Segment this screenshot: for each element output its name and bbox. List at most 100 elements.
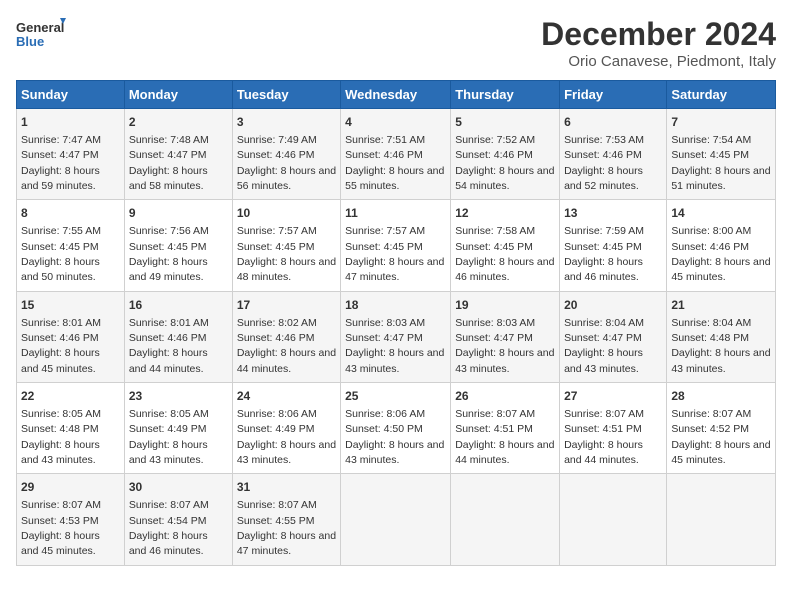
day-number: 9	[129, 205, 228, 222]
column-header-wednesday: Wednesday	[341, 81, 451, 109]
logo: General Blue	[16, 16, 66, 56]
calendar-cell: 17 Sunrise: 8:02 AMSunset: 4:46 PMDayligh…	[232, 291, 340, 382]
cell-content: Sunrise: 8:07 AMSunset: 4:55 PMDaylight:…	[237, 499, 336, 557]
calendar-cell: 30 Sunrise: 8:07 AMSunset: 4:54 PMDayligh…	[124, 474, 232, 565]
column-header-saturday: Saturday	[667, 81, 776, 109]
week-row-4: 22Sunrise: 8:05 AMSunset: 4:48 PMDayligh…	[17, 383, 776, 474]
calendar-cell: 6Sunrise: 7:53 AMSunset: 4:46 PMDaylight…	[560, 109, 667, 200]
day-number: 1	[21, 114, 120, 131]
week-row-5: 29Sunrise: 8:07 AMSunset: 4:53 PMDayligh…	[17, 474, 776, 565]
cell-content: Sunrise: 7:55 AMSunset: 4:45 PMDaylight:…	[21, 225, 101, 283]
cell-content: Sunrise: 8:06 AMSunset: 4:49 PMDaylight:…	[237, 408, 336, 466]
week-row-3: 15 Sunrise: 8:01 AMSunset: 4:46 PMDayligh…	[17, 291, 776, 382]
calendar-cell: 3Sunrise: 7:49 AMSunset: 4:46 PMDaylight…	[232, 109, 340, 200]
cell-content: Sunrise: 8:05 AMSunset: 4:49 PMDaylight:…	[129, 408, 209, 466]
calendar-cell: 31 Sunrise: 8:07 AMSunset: 4:55 PMDayligh…	[232, 474, 340, 565]
calendar-cell: 15 Sunrise: 8:01 AMSunset: 4:46 PMDayligh…	[17, 291, 125, 382]
day-number: 5	[455, 114, 555, 131]
calendar-cell: 12 Sunrise: 7:58 AMSunset: 4:45 PMDayligh…	[451, 200, 560, 291]
day-number: 11	[345, 205, 446, 222]
cell-content: Sunrise: 8:06 AMSunset: 4:50 PMDaylight:…	[345, 408, 444, 466]
cell-content: Sunrise: 7:57 AMSunset: 4:45 PMDaylight:…	[237, 225, 336, 283]
calendar-cell: 10 Sunrise: 7:57 AMSunset: 4:45 PMDayligh…	[232, 200, 340, 291]
calendar-cell: 21 Sunrise: 8:04 AMSunset: 4:48 PMDayligh…	[667, 291, 776, 382]
day-number: 27	[564, 388, 662, 405]
calendar-cell: 24 Sunrise: 8:06 AMSunset: 4:49 PMDayligh…	[232, 383, 340, 474]
calendar-cell	[667, 474, 776, 565]
calendar-cell: 16Sunrise: 8:01 AMSunset: 4:46 PMDayligh…	[124, 291, 232, 382]
day-number: 10	[237, 205, 336, 222]
day-number: 20	[564, 297, 662, 314]
day-number: 3	[237, 114, 336, 131]
cell-content: Sunrise: 8:07 AMSunset: 4:52 PMDaylight:…	[671, 408, 770, 466]
cell-content: Sunrise: 8:01 AMSunset: 4:46 PMDaylight:…	[129, 317, 209, 375]
calendar-cell: 22Sunrise: 8:05 AMSunset: 4:48 PMDayligh…	[17, 383, 125, 474]
cell-content: Sunrise: 8:07 AMSunset: 4:51 PMDaylight:…	[455, 408, 554, 466]
column-header-friday: Friday	[560, 81, 667, 109]
cell-content: Sunrise: 8:04 AMSunset: 4:48 PMDaylight:…	[671, 317, 770, 375]
day-number: 26	[455, 388, 555, 405]
calendar-cell: 7 Sunrise: 7:54 AMSunset: 4:45 PMDaylight…	[667, 109, 776, 200]
calendar-cell: 8Sunrise: 7:55 AMSunset: 4:45 PMDaylight…	[17, 200, 125, 291]
day-number: 7	[671, 114, 771, 131]
day-number: 17	[237, 297, 336, 314]
cell-content: Sunrise: 8:03 AMSunset: 4:47 PMDaylight:…	[455, 317, 554, 375]
calendar-cell: 29Sunrise: 8:07 AMSunset: 4:53 PMDayligh…	[17, 474, 125, 565]
cell-content: Sunrise: 7:54 AMSunset: 4:45 PMDaylight:…	[671, 134, 770, 192]
cell-content: Sunrise: 7:51 AMSunset: 4:46 PMDaylight:…	[345, 134, 444, 192]
day-number: 24	[237, 388, 336, 405]
calendar-cell: 23 Sunrise: 8:05 AMSunset: 4:49 PMDayligh…	[124, 383, 232, 474]
day-number: 13	[564, 205, 662, 222]
day-number: 21	[671, 297, 771, 314]
calendar-cell: 4 Sunrise: 7:51 AMSunset: 4:46 PMDaylight…	[341, 109, 451, 200]
day-number: 19	[455, 297, 555, 314]
day-number: 30	[129, 479, 228, 496]
cell-content: Sunrise: 7:59 AMSunset: 4:45 PMDaylight:…	[564, 225, 644, 283]
header: General Blue December 2024 Orio Canavese…	[16, 16, 776, 70]
cell-content: Sunrise: 8:07 AMSunset: 4:54 PMDaylight:…	[129, 499, 209, 557]
calendar-cell	[341, 474, 451, 565]
day-number: 31	[237, 479, 336, 496]
cell-content: Sunrise: 8:03 AMSunset: 4:47 PMDaylight:…	[345, 317, 444, 375]
cell-content: Sunrise: 8:07 AMSunset: 4:51 PMDaylight:…	[564, 408, 644, 466]
column-header-thursday: Thursday	[451, 81, 560, 109]
calendar-cell: 9 Sunrise: 7:56 AMSunset: 4:45 PMDaylight…	[124, 200, 232, 291]
calendar-cell: 27 Sunrise: 8:07 AMSunset: 4:51 PMDayligh…	[560, 383, 667, 474]
calendar-cell: 14Sunrise: 8:00 AMSunset: 4:46 PMDayligh…	[667, 200, 776, 291]
cell-content: Sunrise: 7:58 AMSunset: 4:45 PMDaylight:…	[455, 225, 554, 283]
cell-content: Sunrise: 8:02 AMSunset: 4:46 PMDaylight:…	[237, 317, 336, 375]
day-number: 6	[564, 114, 662, 131]
cell-content: Sunrise: 7:52 AMSunset: 4:46 PMDaylight:…	[455, 134, 554, 192]
calendar-cell: 20 Sunrise: 8:04 AMSunset: 4:47 PMDayligh…	[560, 291, 667, 382]
day-number: 2	[129, 114, 228, 131]
calendar-cell: 13 Sunrise: 7:59 AMSunset: 4:45 PMDayligh…	[560, 200, 667, 291]
column-header-sunday: Sunday	[17, 81, 125, 109]
calendar-cell	[451, 474, 560, 565]
calendar-cell: 5 Sunrise: 7:52 AMSunset: 4:46 PMDaylight…	[451, 109, 560, 200]
calendar-cell: 28Sunrise: 8:07 AMSunset: 4:52 PMDayligh…	[667, 383, 776, 474]
cell-content: Sunrise: 8:00 AMSunset: 4:46 PMDaylight:…	[671, 225, 770, 283]
calendar-cell: 1 Sunrise: 7:47 AMSunset: 4:47 PMDaylight…	[17, 109, 125, 200]
day-number: 23	[129, 388, 228, 405]
day-number: 12	[455, 205, 555, 222]
week-row-2: 8Sunrise: 7:55 AMSunset: 4:45 PMDaylight…	[17, 200, 776, 291]
day-number: 4	[345, 114, 446, 131]
cell-content: Sunrise: 7:48 AMSunset: 4:47 PMDaylight:…	[129, 134, 209, 192]
cell-content: Sunrise: 7:47 AMSunset: 4:47 PMDaylight:…	[21, 134, 101, 192]
calendar-cell: 11Sunrise: 7:57 AMSunset: 4:45 PMDayligh…	[341, 200, 451, 291]
cell-content: Sunrise: 8:01 AMSunset: 4:46 PMDaylight:…	[21, 317, 101, 375]
cell-content: Sunrise: 7:56 AMSunset: 4:45 PMDaylight:…	[129, 225, 209, 283]
calendar-cell: 18Sunrise: 8:03 AMSunset: 4:47 PMDayligh…	[341, 291, 451, 382]
calendar-cell: 26 Sunrise: 8:07 AMSunset: 4:51 PMDayligh…	[451, 383, 560, 474]
calendar-cell	[560, 474, 667, 565]
day-number: 15	[21, 297, 120, 314]
header-row: SundayMondayTuesdayWednesdayThursdayFrid…	[17, 81, 776, 109]
logo-svg: General Blue	[16, 16, 66, 56]
day-number: 25	[345, 388, 446, 405]
column-header-tuesday: Tuesday	[232, 81, 340, 109]
day-number: 22	[21, 388, 120, 405]
svg-text:General: General	[16, 20, 64, 35]
cell-content: Sunrise: 8:04 AMSunset: 4:47 PMDaylight:…	[564, 317, 644, 375]
svg-text:Blue: Blue	[16, 34, 44, 49]
calendar-table: SundayMondayTuesdayWednesdayThursdayFrid…	[16, 80, 776, 566]
